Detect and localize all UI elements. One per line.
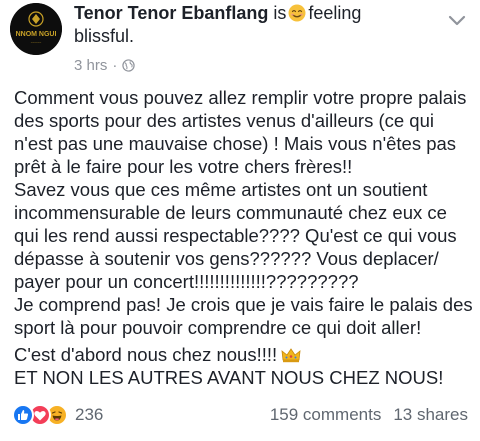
post-paragraph: Comment vous pouvez allez remplir votre … <box>14 87 467 177</box>
post-body: Comment vous pouvez allez remplir votre … <box>14 86 476 389</box>
like-reaction-icon <box>12 404 34 426</box>
post-header: Tenor Tenor Ebanflang is feeling blissfu… <box>74 2 414 48</box>
facebook-post: NNOM NGUI ~~~~~~ Tenor Tenor Ebanflang i… <box>0 0 480 441</box>
page-logo: NNOM NGUI ~~~~~~ <box>10 3 62 55</box>
smiling-face-icon <box>288 4 306 22</box>
svg-text:~~~~~~: ~~~~~~ <box>31 40 42 44</box>
svg-text:NNOM NGUI: NNOM NGUI <box>16 31 57 38</box>
shares-count-link[interactable]: 13 shares <box>393 405 468 425</box>
post-paragraph: Je comprend pas! Je crois que je vais fa… <box>14 294 473 338</box>
globe-icon[interactable] <box>122 59 136 72</box>
post-footer: 236 159 comments 13 shares <box>12 402 468 428</box>
reactions-summary[interactable] <box>12 404 68 426</box>
crown-icon <box>281 348 301 363</box>
author-name[interactable]: Tenor Tenor Ebanflang <box>74 3 268 23</box>
post-meta: 3 hrs · <box>74 57 136 74</box>
post-paragraph: Savez vous que ces même artistes ont un … <box>14 179 457 292</box>
comments-count-link[interactable]: 159 comments <box>270 405 382 425</box>
timestamp[interactable]: 3 hrs <box>74 57 107 74</box>
activity-prefix: is <box>273 3 287 23</box>
closing-caps: ET NON LES AUTRES AVANT NOUS CHEZ NOUS! <box>14 367 444 388</box>
chevron-down-icon[interactable] <box>448 14 466 28</box>
closing-line-wrap: C'est d'abord nous chez nous!!!! <box>14 343 476 366</box>
meta-separator: · <box>112 57 118 74</box>
reaction-count[interactable]: 236 <box>75 405 103 425</box>
avatar[interactable]: NNOM NGUI ~~~~~~ <box>10 3 62 55</box>
closing-line: C'est d'abord nous chez nous!!!! <box>14 344 278 365</box>
